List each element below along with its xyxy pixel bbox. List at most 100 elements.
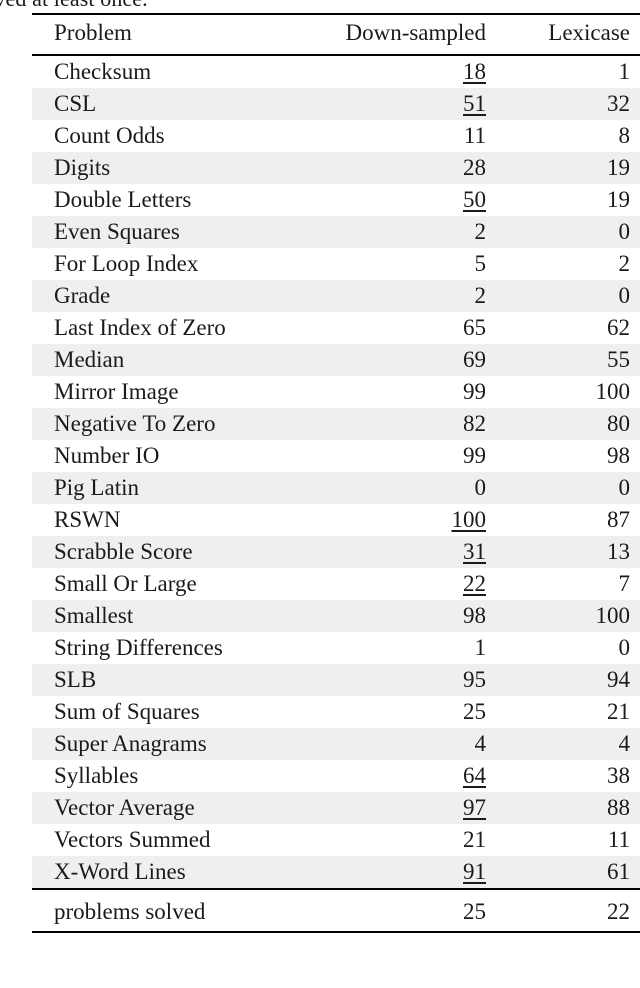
cell-down-sampled-value: 11 — [463, 123, 486, 149]
table-row: Scrabble Score 31 13 — [32, 535, 640, 568]
best-value-underline: 51 — [463, 91, 486, 117]
cell-down-sampled-value: 31 — [310, 535, 492, 568]
table-row: Vector Average 97 88 — [32, 791, 640, 824]
cell-lexicase-value: 19 — [607, 187, 630, 213]
best-value-underline: 31 — [463, 539, 486, 565]
table-row: Digits 28 19 — [32, 151, 640, 184]
cell-problem-name: RSWN — [54, 507, 121, 533]
cell-lexicase-value: 4 — [492, 727, 640, 760]
caption-partial-text: each method solved at least once. — [0, 0, 148, 12]
cell-lexicase-value: 62 — [607, 315, 630, 341]
table-row: Mirror Image 99 100 — [32, 376, 640, 408]
table-row: Negative To Zero 82 80 — [32, 407, 640, 440]
cell-down-sampled-value: 95 — [310, 663, 492, 696]
cell-down-sampled-value: 69 — [310, 343, 492, 376]
cell-down-sampled-value: 51 — [310, 87, 492, 120]
cell-down-sampled-value: 22 — [310, 568, 492, 600]
cell-problem-name: Even Squares — [32, 215, 310, 248]
cell-problem-name: Grade — [32, 279, 310, 312]
summary-row: problems solved 25 22 — [32, 887, 640, 933]
cell-down-sampled-value: 18 — [310, 53, 492, 88]
cell-lexicase-value: 19 — [492, 151, 640, 184]
column-header-lexicase: Lexicase — [492, 13, 640, 55]
cell-lexicase-value: 21 — [607, 699, 630, 725]
best-value-underline: 18 — [463, 59, 486, 85]
cell-down-sampled-value: 64 — [310, 760, 492, 792]
cell-problem-name: Super Anagrams — [32, 727, 310, 760]
column-header-down-sampled: Down-sampled — [310, 13, 492, 55]
cell-lexicase-value: 11 — [607, 827, 630, 853]
cell-problem-name: Double Letters — [54, 187, 192, 213]
best-value-underline: 97 — [463, 795, 486, 821]
cell-problem-name: SLB — [32, 663, 310, 696]
cell-lexicase-value: 88 — [492, 791, 640, 824]
cell-down-sampled-value: 25 — [463, 699, 486, 725]
cell-down-sampled-value: 97 — [310, 791, 492, 824]
cell-problem-name: Smallest — [32, 599, 310, 632]
cell-problem-name: Sum of Squares — [54, 699, 200, 725]
table-row: X-Word Lines 91 61 — [32, 855, 640, 889]
cell-down-sampled-value: 100 — [310, 504, 492, 536]
cell-down-sampled-value: 2 — [310, 279, 492, 312]
table-footer: problems solved 25 22 — [32, 887, 640, 933]
table-body: Checksum 18 1 CSL 51 32 Count Odds 11 8 Digits 28 1… — [32, 53, 640, 889]
cell-down-sampled-value: 4 — [310, 727, 492, 760]
table-row: Smallest 98 100 — [32, 599, 640, 632]
cell-problem-name: Number IO — [54, 443, 160, 469]
table-row: CSL 51 32 — [32, 87, 640, 120]
table-row: Count Odds 11 8 — [32, 120, 640, 152]
cell-problem-name: For Loop Index — [54, 251, 199, 277]
cell-problem-name: Syllables — [54, 763, 139, 789]
cell-problem-name: Checksum — [32, 53, 310, 88]
best-value-underline: 50 — [463, 187, 486, 213]
cell-problem-name: X-Word Lines — [32, 855, 310, 889]
table-header-row: Problem Down-sampled Lexicase — [32, 13, 640, 55]
column-header-problem: Problem — [32, 13, 310, 55]
cell-problem-name: Digits — [32, 151, 310, 184]
cell-down-sampled-value: 82 — [310, 407, 492, 440]
table-row: Last Index of Zero 65 62 — [32, 312, 640, 344]
table-row: Syllables 64 38 — [32, 760, 640, 792]
caption-clip: each method solved at least once. — [0, 0, 640, 13]
cell-down-sampled-value: 28 — [310, 151, 492, 184]
best-value-underline: 91 — [463, 859, 486, 885]
table-row: Double Letters 50 19 — [32, 184, 640, 216]
cell-down-sampled-value: 99 — [463, 443, 486, 469]
table-row: Number IO 99 98 — [32, 440, 640, 472]
results-table: Problem Down-sampled Lexicase Checksum 18… — [32, 13, 640, 933]
table-row: RSWN 100 87 — [32, 504, 640, 536]
table-row: Vectors Summed 21 11 — [32, 824, 640, 856]
cell-problem-name: Mirror Image — [54, 379, 179, 405]
cell-lexicase-value: 0 — [492, 279, 640, 312]
cell-problem-name: Last Index of Zero — [54, 315, 226, 341]
table-row: Even Squares 2 0 — [32, 215, 640, 248]
cell-down-sampled-value: 1 — [474, 635, 487, 661]
summary-lexicase-value: 22 — [492, 887, 640, 933]
summary-label: problems solved — [32, 887, 310, 933]
cell-down-sampled-value: 91 — [310, 855, 492, 889]
table-header: Problem Down-sampled Lexicase — [32, 13, 640, 55]
table-row: Checksum 18 1 — [32, 53, 640, 88]
cell-down-sampled-value: 98 — [310, 599, 492, 632]
cell-lexicase-value: 0 — [492, 471, 640, 504]
best-value-underline: 100 — [451, 507, 487, 533]
cell-lexicase-value: 87 — [607, 507, 630, 533]
cell-problem-name: Negative To Zero — [32, 407, 310, 440]
table-row: Sum of Squares 25 21 — [32, 696, 640, 728]
cell-problem-name: Median — [32, 343, 310, 376]
cell-lexicase-value: 94 — [492, 663, 640, 696]
cell-lexicase-value: 100 — [595, 379, 631, 405]
table-row: Pig Latin 0 0 — [32, 471, 640, 504]
table-row: For Loop Index 5 2 — [32, 248, 640, 280]
table-row: Small Or Large 22 7 — [32, 568, 640, 600]
best-value-underline: 64 — [463, 763, 486, 789]
cell-lexicase-value: 7 — [618, 571, 631, 597]
cell-lexicase-value: 0 — [492, 215, 640, 248]
cell-problem-name: Small Or Large — [54, 571, 197, 597]
cell-problem-name: CSL — [32, 87, 310, 120]
cell-lexicase-value: 32 — [492, 87, 640, 120]
cell-problem-name: Scrabble Score — [32, 535, 310, 568]
table-row: Super Anagrams 4 4 — [32, 727, 640, 760]
cell-lexicase-value: 98 — [607, 443, 630, 469]
cell-lexicase-value: 8 — [618, 123, 631, 149]
